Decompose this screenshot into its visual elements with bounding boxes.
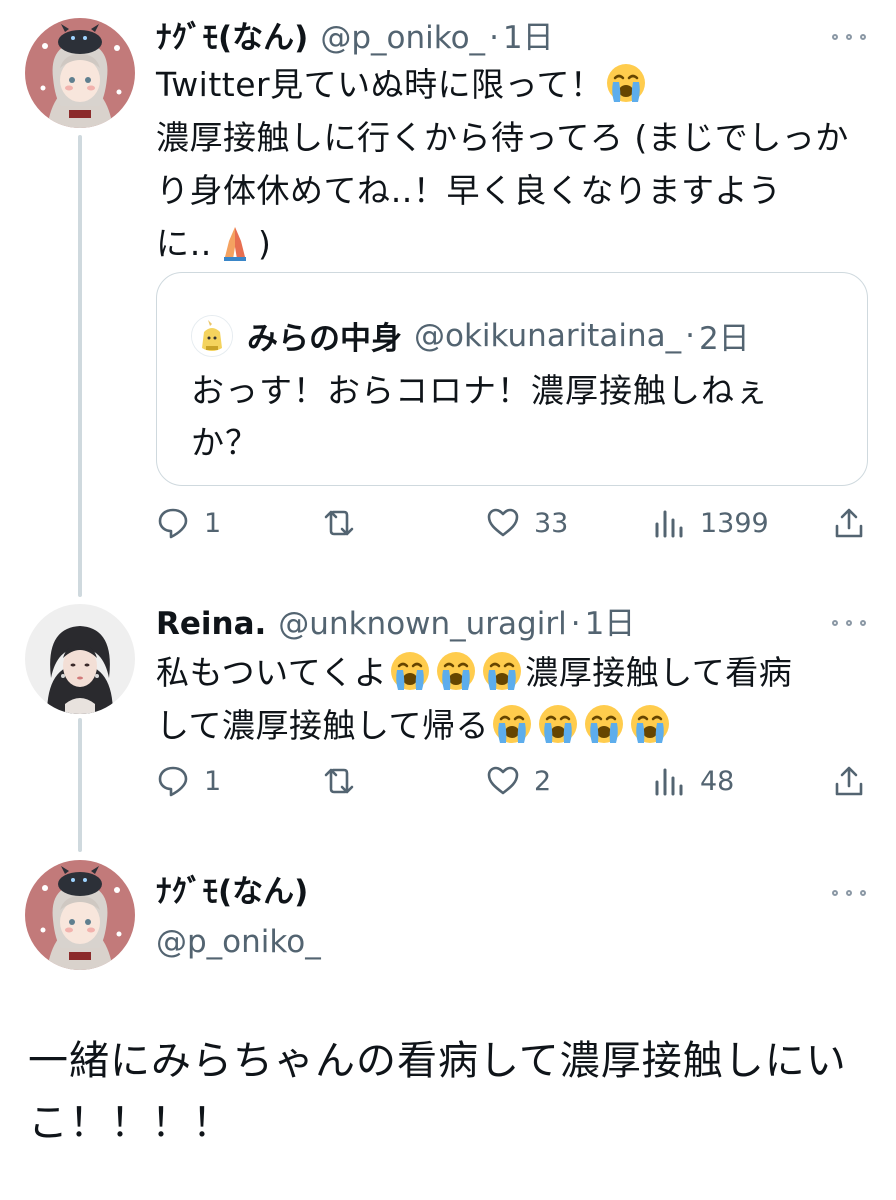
avatar[interactable] [25, 860, 135, 970]
like-button[interactable]: 2 [486, 764, 551, 798]
user-handle[interactable]: @p_oniko_ [156, 922, 321, 962]
like-button[interactable]: 33 [486, 506, 568, 540]
speech-bubble-icon [158, 766, 188, 797]
separator-dot: · [570, 606, 581, 642]
thread-connector-line [78, 718, 82, 852]
quoted-user-handle: @okikunaritaina_ [414, 317, 682, 354]
more-options-icon[interactable] [832, 618, 866, 628]
display-name[interactable]: Reina. [156, 604, 266, 644]
retweet-button[interactable] [322, 764, 356, 798]
tweet-text: Twitter見ていぬ時に限って！ 濃厚接触しに行くから待ってろ (まじでしっか… [156, 58, 868, 270]
folded-hands-icon [214, 221, 256, 263]
heart-icon [487, 766, 519, 795]
separator-dot: · [685, 317, 695, 354]
quoted-avatar[interactable] [191, 314, 233, 357]
tweet-text-line: に‥) [156, 217, 868, 270]
user-handle[interactable]: @unknown_uragirl [278, 604, 566, 644]
tweet-header: ﾅｸﾞﾓ(なん) @p_oniko_ · 1日 [156, 18, 554, 58]
separator-dot: · [489, 20, 499, 56]
tweet-text-segment: Twitter見ていぬ時に限って！ [156, 65, 604, 104]
heart-icon [487, 508, 519, 537]
views-button[interactable]: 48 [652, 764, 734, 798]
avatar[interactable] [25, 604, 135, 714]
view-count: 48 [700, 765, 735, 797]
share-button[interactable] [832, 764, 866, 798]
reply-count: 1 [204, 507, 222, 539]
quoted-tweet-header: みらの中身 @okikunaritaina_ · 2日 [191, 313, 750, 358]
quoted-timestamp: 2日 [698, 321, 750, 357]
loudly-crying-face-icon [537, 703, 579, 745]
share-button[interactable] [832, 506, 866, 540]
views-button[interactable]: 1399 [652, 506, 769, 540]
loudly-crying-face-icon [435, 650, 477, 692]
bar-chart-icon [655, 768, 683, 796]
reply-count: 1 [204, 765, 222, 797]
tweet-text-line: 濃厚接触しに行くから待ってろ (まじでしっか [156, 118, 849, 157]
like-count: 33 [534, 507, 569, 539]
main-tweet-text: 一緒にみらちゃんの看病して濃厚接触しにいこ！！！！ [28, 1038, 847, 1146]
more-options-icon[interactable] [832, 888, 866, 898]
quoted-tweet-card[interactable]: みらの中身 @okikunaritaina_ · 2日 おっす！おらコロナ！濃厚… [156, 272, 868, 486]
tweet-text-segment: に‥ [156, 224, 213, 263]
bar-chart-icon [655, 510, 683, 538]
main-display-name-row: ﾅｸﾞﾓ(なん) [156, 872, 320, 912]
display-name[interactable]: ﾅｸﾞﾓ(なん) [156, 872, 308, 912]
share-upload-icon [835, 766, 863, 796]
quoted-tweet-text: おっす！おらコロナ！濃厚接触しねぇか？ [191, 371, 769, 462]
display-name[interactable]: ﾅｸﾞﾓ(なん) [156, 18, 308, 58]
share-upload-icon [835, 508, 863, 538]
loudly-crying-face-icon [389, 650, 431, 692]
tweet-thread: ﾅｸﾞﾓ(なん) @p_oniko_ · 1日 Twitter見ていぬ時に限って… [0, 0, 896, 1200]
retweet-arrows-icon [324, 768, 354, 794]
timestamp[interactable]: 1日 [585, 604, 636, 644]
thread-connector-line [78, 135, 82, 597]
speech-bubble-icon [158, 508, 188, 539]
tweet-text-segment: 濃厚接触して看病 [525, 653, 793, 692]
tweet-text-line: 私もついてくよ 濃厚接触して看病 [156, 646, 868, 699]
reply-button[interactable]: 1 [156, 764, 221, 798]
view-count: 1399 [700, 507, 769, 539]
tweet-text: 私もついてくよ 濃厚接触して看病 して濃厚接触して帰る [156, 646, 868, 752]
like-count: 2 [534, 765, 552, 797]
tweet-text-line: して濃厚接触して帰る [156, 699, 868, 752]
loudly-crying-face-icon [583, 703, 625, 745]
main-handle-row: @p_oniko_ [156, 922, 321, 962]
reply-button[interactable]: 1 [156, 506, 221, 540]
loudly-crying-face-icon [629, 703, 671, 745]
quoted-display-name: みらの中身 [247, 321, 402, 357]
tweet-text-segment: ) [258, 224, 272, 263]
retweet-button[interactable] [322, 506, 356, 540]
loudly-crying-face-icon [481, 650, 523, 692]
timestamp[interactable]: 1日 [503, 18, 554, 58]
retweet-arrows-icon [324, 510, 354, 536]
loudly-crying-face-icon [491, 703, 533, 745]
more-options-icon[interactable] [832, 32, 866, 42]
avatar[interactable] [25, 18, 135, 128]
tweet-header: Reina. @unknown_uragirl · 1日 [156, 604, 635, 644]
tweet-text-segment: 私もついてくよ [156, 653, 388, 692]
tweet-text-line: り身体休めてね‥！早く良くなりますよう [156, 171, 782, 210]
tweet-actions: 1 2 48 [156, 764, 868, 808]
tweet-text-line: Twitter見ていぬ時に限って！ [156, 58, 868, 111]
user-handle[interactable]: @p_oniko_ [320, 18, 485, 58]
tweet-actions: 1 33 1399 [156, 506, 868, 550]
tweet-text-segment: して濃厚接触して帰る [156, 706, 490, 745]
loudly-crying-face-icon [605, 62, 647, 104]
